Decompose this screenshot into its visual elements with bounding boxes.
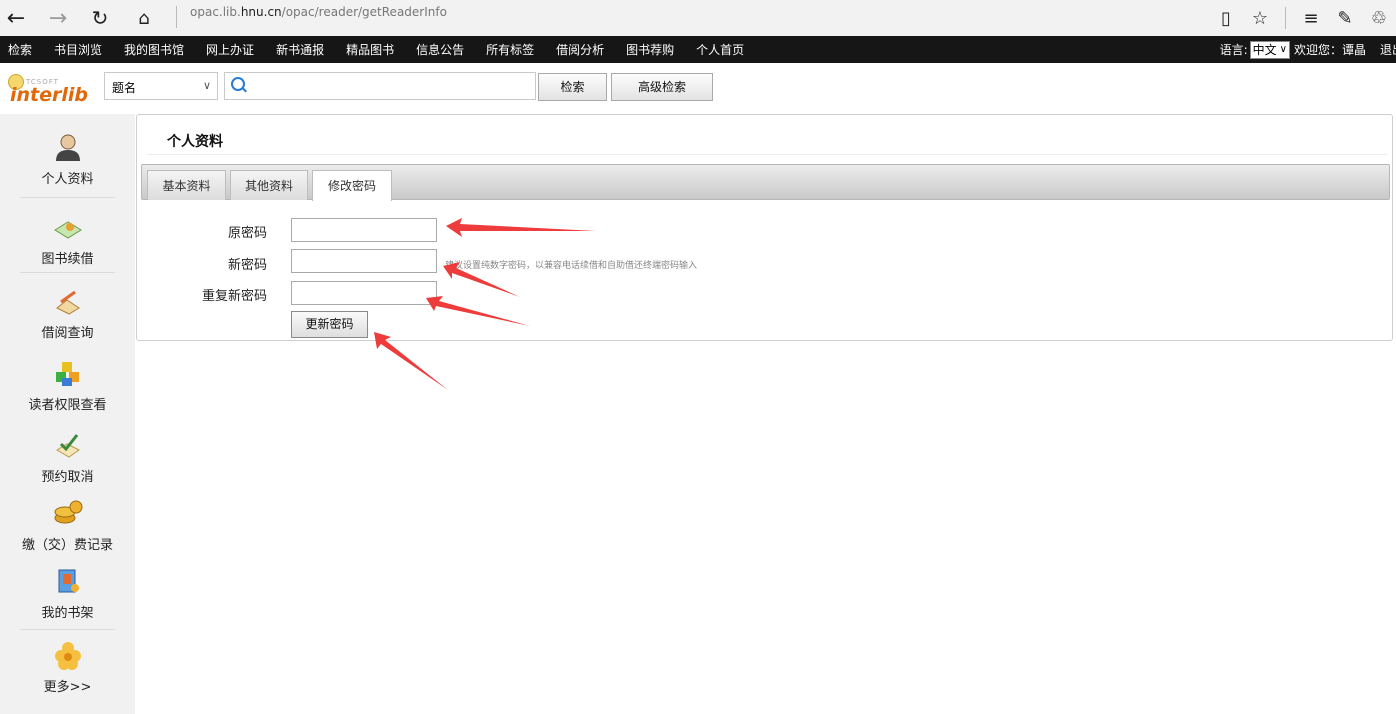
back-icon[interactable]: ←: [2, 4, 30, 32]
browser-actions: ▯ ☆ ≡ ✎ ♲: [1209, 2, 1396, 34]
nav-item-new-books[interactable]: 新书通报: [276, 41, 324, 58]
nav-item-browse[interactable]: 书目浏览: [54, 41, 102, 58]
nav-item-tags[interactable]: 所有标签: [486, 41, 534, 58]
sidebar-divider: [20, 197, 115, 198]
address-path: /opac/reader/getReaderInfo: [281, 5, 447, 19]
sidebar-item-reservation-cancel[interactable]: 预约取消: [0, 430, 135, 485]
search-input[interactable]: [224, 72, 536, 100]
title-divider: [147, 154, 1387, 155]
sidebar-item-renew[interactable]: 图书续借: [0, 212, 135, 267]
more-icon: [54, 642, 81, 670]
forward-icon[interactable]: →: [44, 4, 72, 32]
advanced-search-button[interactable]: 高级检索: [611, 73, 713, 101]
language-value: 中文: [1252, 42, 1277, 57]
fee-record-icon: [54, 500, 82, 524]
welcome-text: 欢迎您：谭晶: [1293, 43, 1366, 57]
repeat-password-label: 重复新密码: [201, 289, 267, 304]
old-password-label: 原密码: [227, 226, 267, 241]
favorite-star-icon[interactable]: ☆: [1246, 4, 1274, 32]
language-label: 语言:: [1219, 43, 1248, 57]
person-icon: [55, 134, 80, 161]
top-nav-right: 语言: 中文∨ 欢迎您：谭晶 退出: [1220, 36, 1396, 63]
search-icon: [231, 77, 245, 91]
nav-item-recommend[interactable]: 图书荐购: [626, 41, 674, 58]
refresh-icon[interactable]: ↻: [86, 4, 114, 32]
search-field-value: 题名: [112, 81, 137, 95]
sidebar-item-fee-record[interactable]: 缴（交）费记录: [0, 498, 135, 553]
chevron-down-icon: ∨: [1279, 43, 1287, 55]
update-password-button[interactable]: 更新密码: [291, 311, 368, 338]
sidebar-item-label: 缴（交）费记录: [21, 538, 113, 553]
nav-item-search[interactable]: 检索: [8, 41, 32, 58]
logout-link[interactable]: 退出: [1380, 41, 1396, 58]
home-icon[interactable]: ⌂: [130, 4, 158, 32]
logo-name: interlib: [10, 84, 89, 106]
sidebar: 个人资料 图书续借 借阅查询 读者权限查看 预约取消 缴（交）费记录 我的书架 …: [0, 114, 135, 714]
sidebar-divider: [20, 629, 115, 630]
bookshelf-icon: [58, 569, 79, 593]
sidebar-item-label: 图书续借: [41, 252, 94, 267]
web-note-icon[interactable]: ✎: [1331, 4, 1359, 32]
permissions-icon: [55, 362, 79, 386]
tab-change-password[interactable]: 修改密码: [312, 170, 392, 201]
sidebar-item-profile[interactable]: 个人资料: [0, 132, 135, 187]
address-separator: [176, 6, 177, 28]
browser-toolbar: ← → ↻ ⌂ opac.lib.hnu.cn/opac/reader/getR…: [0, 0, 1396, 36]
sidebar-item-label: 预约取消: [41, 470, 94, 485]
nav-item-online-card[interactable]: 网上办证: [206, 41, 254, 58]
page-title: 个人资料: [167, 134, 223, 150]
tab-bar: 基本资料 其他资料 修改密码: [141, 164, 1390, 201]
hub-icon[interactable]: ≡: [1297, 4, 1325, 32]
language-select[interactable]: 中文 ∨: [1249, 40, 1290, 59]
repeat-password-field[interactable]: [291, 281, 437, 305]
reading-view-icon[interactable]: ▯: [1212, 4, 1240, 32]
reservation-cancel-icon: [55, 434, 80, 458]
address-bar[interactable]: opac.lib.hnu.cn/opac/reader/getReaderInf…: [190, 5, 447, 19]
sidebar-item-permissions[interactable]: 读者权限查看: [0, 358, 135, 413]
tab-basic-info[interactable]: 基本资料: [147, 170, 226, 200]
sidebar-item-more[interactable]: 更多>>: [0, 640, 135, 695]
nav-item-my-library[interactable]: 我的图书馆: [124, 41, 184, 58]
sidebar-item-borrow-query[interactable]: 借阅查询: [0, 286, 135, 341]
borrow-query-icon: [55, 290, 80, 315]
address-domain: hnu.cn: [240, 5, 282, 19]
sidebar-divider: [20, 272, 115, 273]
sidebar-item-bookshelf[interactable]: 我的书架: [0, 566, 135, 621]
tab-other-info[interactable]: 其他资料: [230, 170, 308, 200]
annotation-arrows: [374, 218, 596, 390]
sidebar-item-label: 更多>>: [43, 680, 92, 695]
search-button[interactable]: 检索: [538, 73, 607, 101]
site-top-nav: 检索 书目浏览 我的图书馆 网上办证 新书通报 精品图书 信息公告 所有标签 借…: [0, 36, 1396, 63]
sidebar-item-label: 个人资料: [41, 172, 94, 187]
nav-item-notices[interactable]: 信息公告: [416, 41, 464, 58]
share-icon[interactable]: ♲: [1365, 4, 1393, 32]
book-renew-icon: [53, 221, 82, 239]
nav-item-home[interactable]: 个人首页: [696, 41, 744, 58]
chevron-down-icon: ∨: [202, 79, 211, 92]
nav-item-featured[interactable]: 精品图书: [346, 41, 394, 58]
old-password-field[interactable]: [291, 218, 437, 242]
sidebar-item-label: 借阅查询: [41, 326, 94, 341]
chrome-separator: [1285, 7, 1286, 29]
top-menu: 检索 书目浏览 我的图书馆 网上办证 新书通报 精品图书 信息公告 所有标签 借…: [0, 36, 757, 63]
new-password-field[interactable]: [291, 249, 437, 273]
new-password-label: 新密码: [227, 258, 267, 273]
sidebar-item-label: 我的书架: [41, 606, 94, 621]
address-prefix: opac.lib.: [190, 5, 241, 19]
search-field-select[interactable]: 题名 ∨: [104, 72, 218, 100]
interlib-logo[interactable]: TCSOFT interlib: [8, 70, 96, 106]
profile-panel: 个人资料 基本资料 其他资料 修改密码 原密码 新密码 建议设置纯数字密码，以兼…: [136, 114, 1393, 341]
sidebar-item-label: 读者权限查看: [28, 398, 107, 413]
nav-item-borrow-analysis[interactable]: 借阅分析: [556, 41, 604, 58]
password-hint: 建议设置纯数字密码，以兼容电话续借和自助借还终端密码输入: [445, 261, 698, 271]
